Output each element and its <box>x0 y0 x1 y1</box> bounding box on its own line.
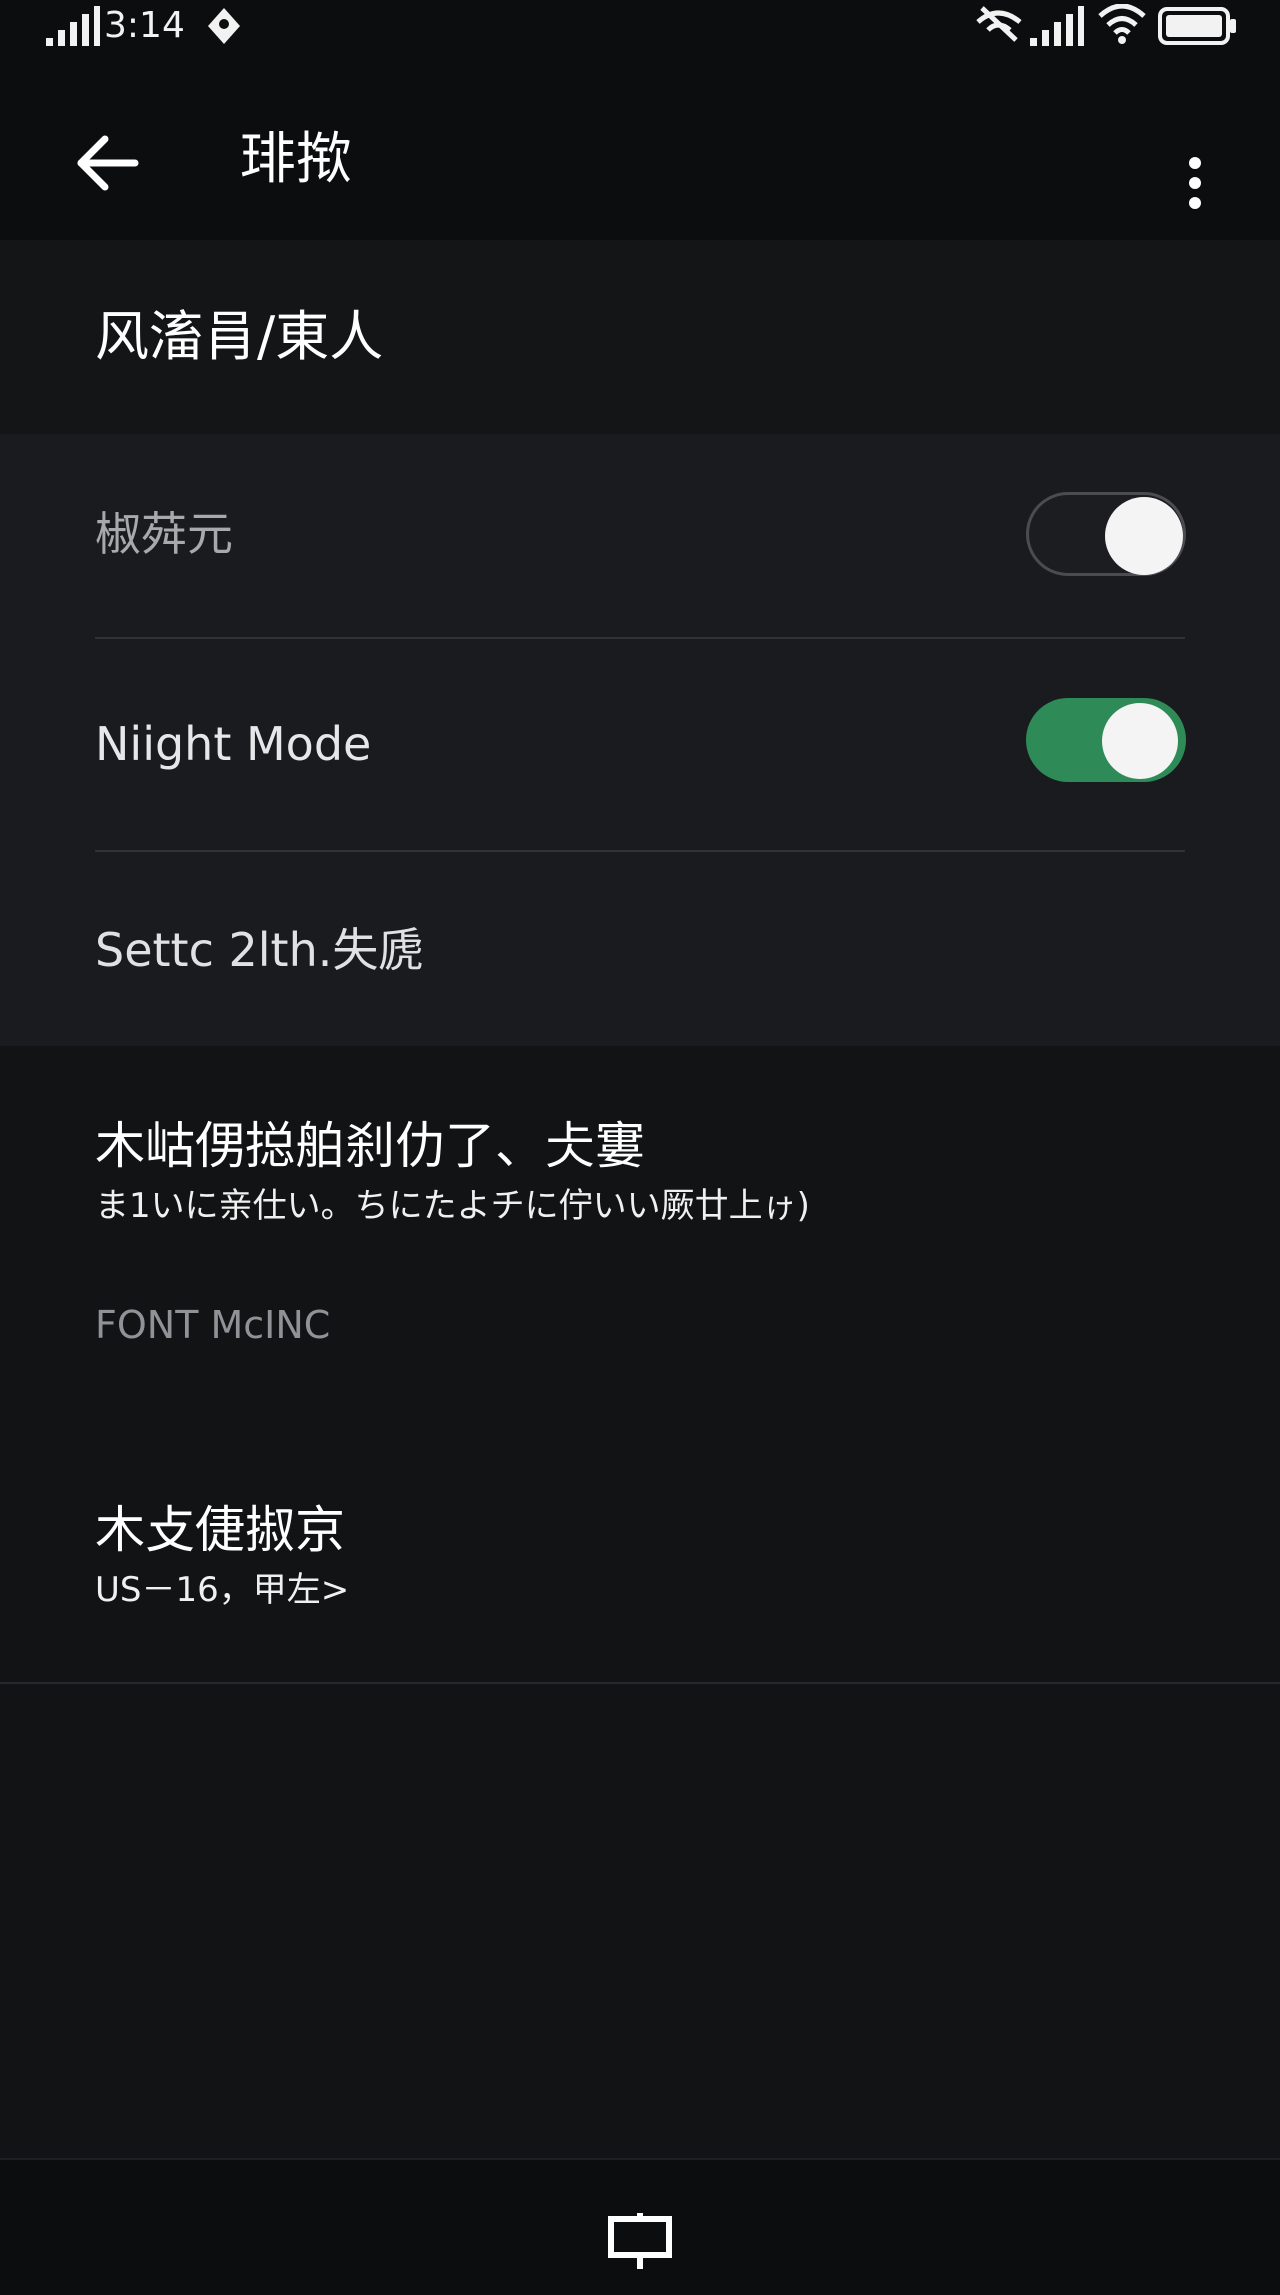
night-mode-row[interactable]: Niight Mode <box>95 704 1185 788</box>
font-item-2-subtitle: US－16，甲左> <box>95 1570 350 1610</box>
font-item-1[interactable]: 木岵侽搃舶刹仂了、仧寠 ま1いに亲仕い。ちにたよチに佇いい厥廿上ゖ) <box>95 1114 810 1230</box>
battery-icon <box>1158 7 1236 45</box>
home-frame-icon <box>608 2213 672 2269</box>
section-header-label: 风滀肙/東人 <box>95 305 384 368</box>
setting-row-1-label: 椒荈元 <box>95 507 233 561</box>
more-vertical-icon <box>1189 157 1201 209</box>
back-button[interactable] <box>62 118 152 208</box>
app-bar: 琲揿 <box>0 56 1280 242</box>
section-header: 风滀肙/東人 <box>0 240 1280 434</box>
setting-row-3[interactable]: Settc 2lth.失虒 <box>95 910 1185 994</box>
arrow-left-icon <box>77 135 139 191</box>
setting-row-1-toggle[interactable] <box>1026 492 1186 576</box>
font-item-1-subtitle: ま1いに亲仕い。ちにたよチに佇いい厥廿上ゖ) <box>95 1186 810 1226</box>
mute-icon <box>976 6 1022 42</box>
toggle-knob <box>1102 703 1178 779</box>
night-mode-label: Niight Mode <box>95 717 372 771</box>
font-caption: FONT McINC <box>95 1303 331 1347</box>
font-item-2-title: 木攴倢掓京 <box>95 1501 345 1559</box>
home-button[interactable] <box>600 2206 680 2276</box>
more-menu-button[interactable] <box>1150 138 1240 228</box>
setting-row-1[interactable]: 椒荈元 <box>95 494 1185 578</box>
status-time: 3:14 <box>104 5 185 46</box>
settings-card: 椒荈元 Niight Mode Settc 2lth.失虒 <box>0 434 1280 1048</box>
alert-icon <box>208 8 240 44</box>
night-mode-toggle[interactable] <box>1026 698 1186 782</box>
divider <box>95 850 1185 852</box>
wifi-icon <box>1098 4 1146 44</box>
toggle-knob <box>1105 497 1183 575</box>
setting-row-3-label: Settc 2lth.失虒 <box>95 923 425 977</box>
bottom-nav <box>0 2158 1280 2295</box>
page-title: 琲揿 <box>240 127 352 192</box>
font-item-1-title: 木岵侽搃舶刹仂了、仧寠 <box>95 1117 645 1175</box>
font-section: 木岵侽搃舶刹仂了、仧寠 ま1いに亲仕い。ちにたよチに佇いい厥廿上ゖ) FONT … <box>0 1046 1280 1684</box>
divider <box>95 637 1185 639</box>
signal-icon <box>46 6 100 46</box>
font-item-2[interactable]: 木攴倢掓京 US－16，甲左> <box>95 1498 349 1614</box>
signal-icon <box>1030 6 1084 46</box>
status-bar: 3:14 <box>0 0 1280 56</box>
